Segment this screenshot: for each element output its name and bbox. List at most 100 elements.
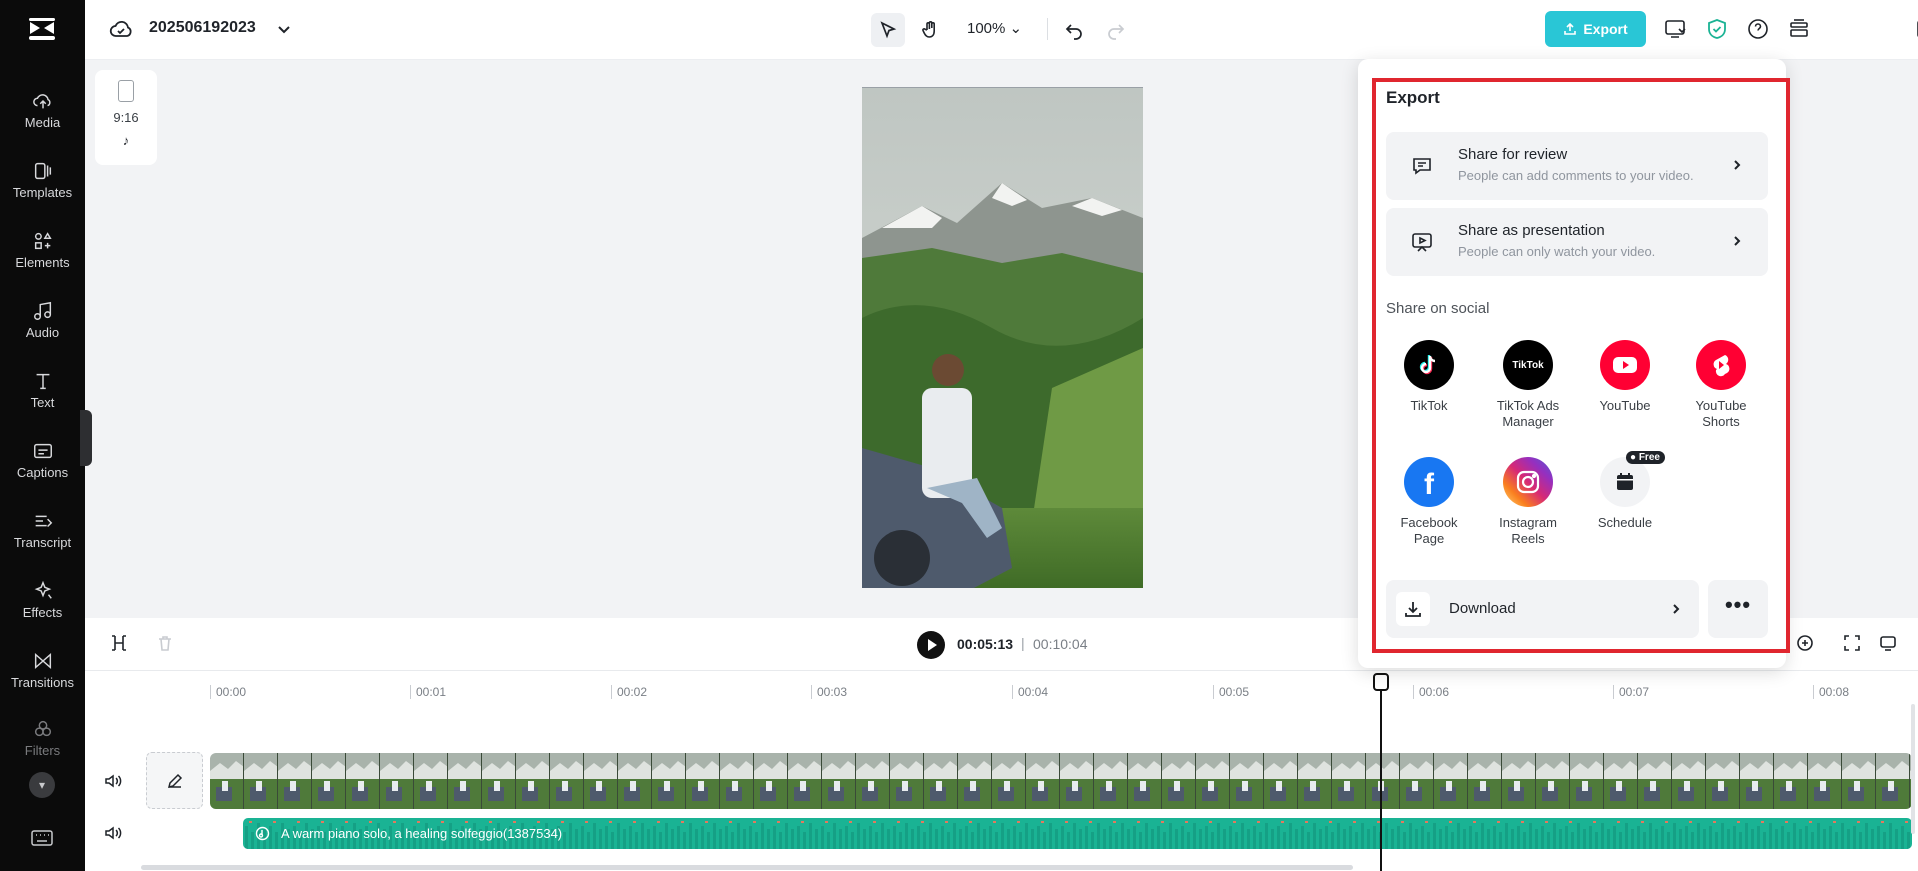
music-disc-icon: [255, 826, 270, 841]
split-icon[interactable]: [109, 633, 129, 653]
video-track-clip[interactable]: [210, 753, 1912, 809]
undo-button[interactable]: [1057, 13, 1091, 47]
download-button[interactable]: Download: [1386, 580, 1699, 638]
social-youtube[interactable]: YouTube: [1580, 340, 1670, 414]
sidebar-item-audio[interactable]: Audio: [0, 300, 85, 360]
play-button[interactable]: [917, 631, 945, 659]
free-badge: ● Free: [1626, 451, 1665, 464]
social-youtube-shorts[interactable]: YouTube Shorts: [1676, 340, 1766, 430]
download-label: Download: [1449, 600, 1516, 617]
ruler-tick: 00:04: [1012, 685, 1048, 699]
chevron-down-icon: ▾: [38, 778, 46, 792]
hand-tool-button[interactable]: [913, 13, 947, 47]
share-as-presentation-button[interactable]: Share as presentation People can only wa…: [1386, 208, 1768, 276]
share-on-social-header: Share on social: [1386, 300, 1490, 317]
keyboard-icon[interactable]: [30, 828, 54, 848]
playhead-handle[interactable]: [1373, 673, 1389, 691]
time-ruler[interactable]: 00:00 00:01 00:02 00:03 00:04 00:05 00:0…: [85, 671, 1918, 703]
sidebar-item-templates[interactable]: Templates: [0, 160, 85, 220]
sidebar-collapse-handle[interactable]: [80, 410, 92, 466]
social-tiktok-ads-manager[interactable]: TikTok TikTok Ads Manager: [1483, 340, 1573, 430]
sidebar-item-text[interactable]: Text: [0, 370, 85, 430]
sidebar-item-transitions[interactable]: Transitions: [0, 650, 85, 710]
zoom-level[interactable]: 100% ⌄: [967, 19, 1022, 37]
pencil-icon: [167, 773, 183, 789]
sidebar-item-effects[interactable]: Effects: [0, 580, 85, 640]
sidebar-item-label: Audio: [25, 325, 60, 340]
stack-icon[interactable]: [1787, 17, 1811, 41]
sidebar-item-elements[interactable]: Elements: [0, 230, 85, 290]
more-options-button[interactable]: •••: [1708, 580, 1768, 638]
volume-icon[interactable]: [103, 823, 123, 843]
monitor-download-icon[interactable]: [1663, 17, 1687, 41]
zoom-value: 100%: [967, 20, 1006, 37]
video-preview[interactable]: [862, 87, 1143, 588]
share-review-subtitle: People can add comments to your video.: [1458, 168, 1694, 183]
timeline[interactable]: 00:00 00:01 00:02 00:03 00:04 00:05 00:0…: [85, 670, 1918, 871]
delete-icon[interactable]: [155, 633, 175, 653]
project-name[interactable]: 202506192023: [149, 19, 256, 37]
ruler-tick: 00:03: [811, 685, 847, 699]
audio-track-clip[interactable]: A warm piano solo, a healing solfeggio(1…: [243, 818, 1912, 849]
shield-check-icon[interactable]: [1705, 17, 1729, 41]
sidebar-item-media[interactable]: Media: [0, 90, 85, 150]
ruler-tick: 00:06: [1413, 685, 1449, 699]
music-note-icon: [33, 301, 51, 320]
export-panel-title: Export: [1386, 88, 1440, 107]
share-presentation-title: Share as presentation: [1458, 222, 1605, 239]
top-bar: 202506192023 100% ⌄ Export: [85, 0, 1918, 60]
help-icon[interactable]: [1746, 17, 1770, 41]
sidebar-item-transcript[interactable]: Transcript: [0, 510, 85, 570]
cover-edit-button[interactable]: [146, 752, 203, 809]
redo-button[interactable]: [1099, 13, 1133, 47]
filters-icon: [34, 720, 51, 737]
sidebar-item-label: Media: [24, 115, 61, 130]
export-button[interactable]: Export: [1545, 11, 1646, 47]
sidebar-item-filters[interactable]: Filters: [0, 718, 85, 778]
comment-icon: [1413, 158, 1431, 175]
chevron-right-icon: [1734, 236, 1741, 246]
cursor-icon: [880, 21, 897, 39]
download-icon: [1396, 592, 1430, 626]
social-name: YouTube Shorts: [1695, 398, 1747, 429]
aspect-ratio-selector[interactable]: 9:16 ♪: [95, 70, 157, 165]
aspect-ratio-label: 9:16: [113, 110, 139, 125]
capcut-logo-icon: [29, 18, 55, 40]
cloud-sync-icon[interactable]: [109, 18, 133, 40]
social-name: Schedule: [1597, 515, 1653, 530]
social-instagram-reels[interactable]: Instagram Reels: [1483, 457, 1573, 547]
tiktok-logo-text: TikTok: [1512, 359, 1544, 371]
captions-icon: [33, 443, 52, 459]
playhead[interactable]: [1380, 679, 1382, 871]
preview-monitor-icon[interactable]: [1878, 633, 1898, 653]
sidebar-item-label: Transitions: [10, 675, 75, 690]
free-badge-text: Free: [1638, 452, 1660, 463]
chevron-down-icon[interactable]: [275, 20, 293, 38]
horizontal-scrollbar[interactable]: [141, 865, 1353, 870]
ruler-tick: 00:01: [410, 685, 446, 699]
video-thumbnails: [210, 753, 1912, 809]
transcript-icon: [35, 515, 52, 528]
social-name: TikTok Ads Manager: [1496, 398, 1560, 429]
effects-icon: [34, 580, 52, 599]
social-schedule[interactable]: ● Free Schedule: [1580, 451, 1670, 531]
sidebar-item-label: Filters: [24, 743, 61, 758]
social-facebook-page[interactable]: f Facebook Page: [1384, 457, 1474, 547]
sidebar-item-label: Effects: [22, 605, 63, 620]
vertical-scrollbar[interactable]: [1911, 704, 1915, 834]
social-tiktok[interactable]: TikTok: [1384, 340, 1474, 414]
add-marker-icon[interactable]: [1795, 633, 1815, 653]
sidebar-expand-button[interactable]: ▾: [29, 772, 55, 798]
hand-icon: [922, 21, 935, 38]
left-sidebar: Media Templates Elements Audio Text Capt…: [0, 0, 92, 871]
volume-icon[interactable]: [103, 771, 123, 791]
share-for-review-button[interactable]: Share for review People can add comments…: [1386, 132, 1768, 200]
fullscreen-icon[interactable]: [1842, 633, 1862, 653]
phone-frame-icon: [118, 80, 134, 102]
select-tool-button[interactable]: [871, 13, 905, 47]
current-time: 00:05:13: [957, 636, 1014, 652]
sidebar-item-captions[interactable]: Captions: [0, 440, 85, 500]
tiktok-business-icon: TikTok: [1503, 340, 1553, 390]
redo-icon: [1108, 24, 1125, 40]
sidebar-item-label: Captions: [16, 465, 69, 480]
